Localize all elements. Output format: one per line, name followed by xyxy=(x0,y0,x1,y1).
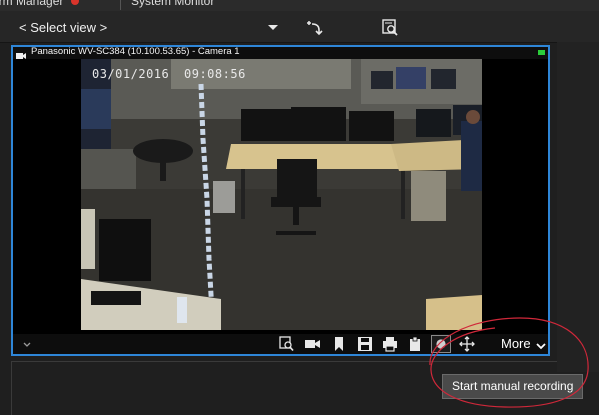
ptz-move-icon[interactable] xyxy=(457,335,477,353)
tab-alarm-manager[interactable]: arm Manager xyxy=(0,0,79,10)
record-tooltip: Start manual recording xyxy=(442,374,584,399)
view-toolbar: < Select view > xyxy=(0,11,599,43)
chevron-down-icon xyxy=(268,25,278,30)
camera-video-feed[interactable]: 03/01/2016 09:08:56 xyxy=(81,59,482,330)
search-icon[interactable] xyxy=(277,335,297,353)
camera-tile[interactable]: Panasonic WV-SC384 (10.100.53.65) - Came… xyxy=(11,45,550,356)
print-icon[interactable] xyxy=(380,335,400,353)
office-scene-image xyxy=(81,59,482,330)
chevron-down-icon[interactable] xyxy=(21,338,33,350)
tab-label: System Monitor xyxy=(131,0,215,8)
lower-view-border xyxy=(11,361,557,362)
record-icon[interactable] xyxy=(431,335,451,353)
camera-header: Panasonic WV-SC384 (10.100.53.65) - Came… xyxy=(13,46,548,59)
camera-title: Panasonic WV-SC384 (10.100.53.65) - Came… xyxy=(31,46,240,57)
alarm-badge xyxy=(70,0,79,5)
camera-icon xyxy=(15,48,27,59)
live-indicator xyxy=(538,50,545,55)
tab-label: arm Manager xyxy=(0,0,64,8)
save-icon[interactable] xyxy=(355,335,375,353)
bookmark-icon[interactable] xyxy=(329,335,349,353)
clipboard-icon[interactable] xyxy=(405,335,425,353)
search-playback-icon[interactable] xyxy=(379,16,401,38)
timestamp-time: 09:08:56 xyxy=(184,67,246,81)
camera-control-bar: More xyxy=(13,334,548,354)
tab-strip: arm Manager System Monitor xyxy=(0,0,599,11)
more-label: More xyxy=(501,336,531,351)
undo-view-icon[interactable] xyxy=(303,16,325,38)
lower-view-divider xyxy=(11,362,12,415)
video-camera-icon[interactable] xyxy=(303,335,323,353)
chevron-down-icon xyxy=(535,339,547,350)
tab-system-monitor[interactable]: System Monitor xyxy=(120,0,214,10)
select-view-dropdown[interactable]: < Select view > xyxy=(8,16,280,38)
timestamp-date: 03/01/2016 xyxy=(92,67,170,81)
select-view-label: < Select view > xyxy=(19,20,108,35)
right-panel-strip xyxy=(557,42,599,372)
